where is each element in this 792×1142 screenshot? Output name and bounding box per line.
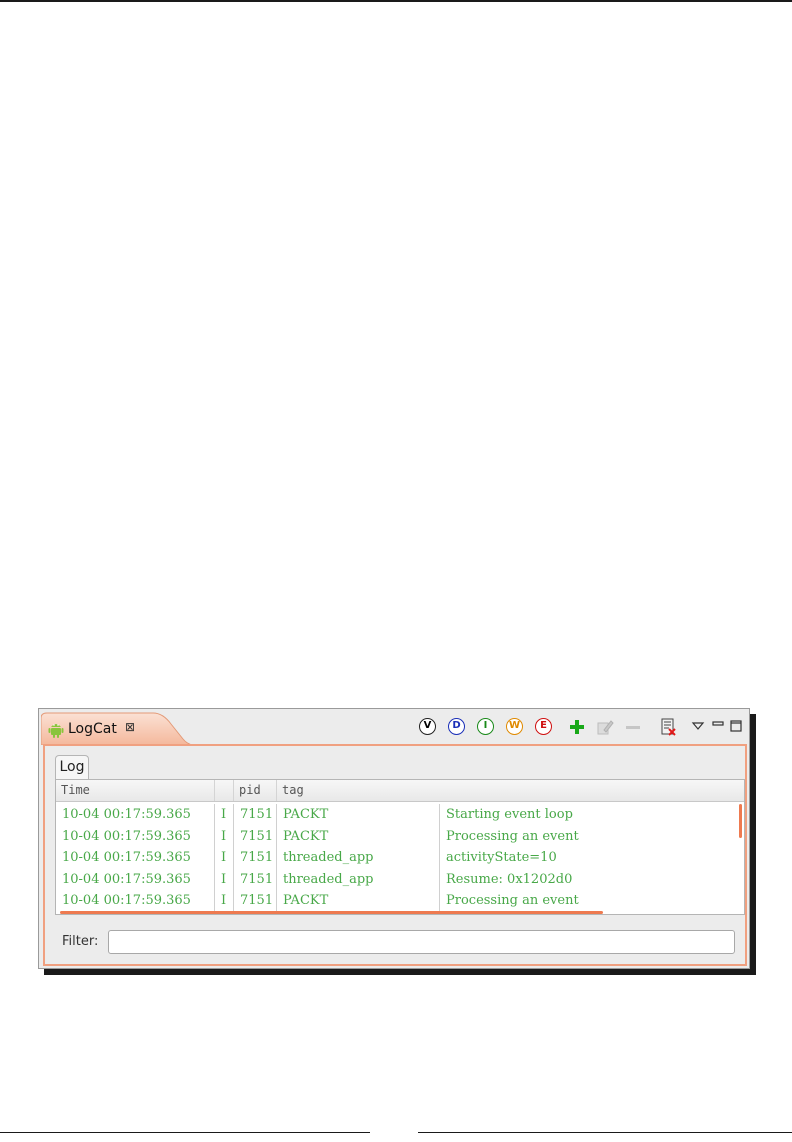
cell-pid: 7151 — [234, 804, 277, 826]
info-level-label: I — [483, 720, 488, 731]
filter-label: Filter: — [62, 934, 99, 949]
cell-pid: 7151 — [234, 890, 277, 912]
table-header: Time pid tag — [56, 780, 744, 802]
tab-log[interactable]: Log — [55, 755, 89, 780]
close-icon[interactable]: ⊠ — [125, 720, 135, 734]
cell-level: I — [215, 847, 234, 869]
cell-pid: 7151 — [234, 847, 277, 869]
cell-time: 10-04 00:17:59.365 — [56, 804, 215, 826]
table-row[interactable]: 10-04 00:17:59.365 I 7151 threaded_app R… — [56, 868, 744, 890]
warn-level-button[interactable]: W — [506, 718, 523, 735]
cell-message: Processing an event — [446, 893, 579, 908]
clear-log-icon[interactable] — [659, 718, 677, 736]
cell-tag: PACKT — [277, 825, 440, 847]
view-menu-icon[interactable] — [689, 718, 707, 736]
add-filter-icon[interactable] — [568, 718, 586, 736]
cell-level: I — [215, 868, 234, 890]
filter-input[interactable] — [108, 930, 735, 954]
table-row[interactable]: 10-04 00:17:59.365 I 7151 threaded_app a… — [56, 847, 744, 869]
page-footer-rule-left — [0, 1132, 370, 1133]
verbose-level-label: V — [423, 720, 432, 731]
cell-level: I — [215, 890, 234, 912]
column-header-tag[interactable]: tag — [277, 780, 440, 801]
cell-level: I — [215, 825, 234, 847]
column-header-time[interactable]: Time — [56, 780, 215, 801]
table-row[interactable]: 10-04 00:17:59.365 I 7151 PACKT Starting… — [56, 804, 744, 826]
horizontal-scrollbar[interactable] — [60, 911, 603, 914]
edit-filter-icon[interactable] — [596, 718, 614, 736]
page-footer-rule-right — [418, 1132, 792, 1133]
error-level-button[interactable]: E — [535, 718, 552, 735]
cell-tag: threaded_app — [277, 868, 440, 890]
cell-pid: 7151 — [234, 868, 277, 890]
vertical-scrollbar[interactable] — [739, 804, 742, 838]
maximize-icon[interactable] — [728, 718, 746, 736]
table-row[interactable]: 10-04 00:17:59.365 I 7151 PACKT Processi… — [56, 825, 744, 847]
verbose-level-button[interactable]: V — [419, 718, 436, 735]
cell-tag: PACKT — [277, 804, 440, 826]
cell-time: 10-04 00:17:59.365 — [56, 890, 215, 912]
column-header-pid[interactable]: pid — [234, 780, 277, 801]
logcat-view-tab[interactable]: LogCat ⊠ — [41, 712, 211, 745]
info-level-button[interactable]: I — [477, 718, 494, 735]
column-header-message[interactable] — [440, 780, 744, 801]
android-icon — [48, 724, 64, 738]
cell-tag: PACKT — [277, 890, 440, 912]
warn-level-label: W — [508, 720, 521, 731]
error-level-label: E — [540, 720, 547, 731]
logcat-screenshot: LogCat ⊠ V D I W E Log Time pid tag 10-0… — [38, 708, 750, 969]
view-header: LogCat ⊠ V D I W E — [39, 709, 749, 745]
debug-level-label: D — [452, 720, 461, 731]
page-top-rule — [0, 0, 792, 2]
cell-time: 10-04 00:17:59.365 — [56, 868, 215, 890]
remove-filter-icon[interactable] — [624, 718, 642, 736]
logcat-content: Log Time pid tag 10-04 00:17:59.365 I 71… — [43, 744, 747, 966]
cell-message: activityState=10 — [446, 850, 557, 865]
cell-time: 10-04 00:17:59.365 — [56, 847, 215, 869]
cell-message: Processing an event — [446, 828, 579, 844]
view-tab-title: LogCat — [68, 721, 117, 737]
cell-message: Starting event loop — [446, 807, 573, 822]
cell-time: 10-04 00:17:59.365 — [56, 825, 215, 847]
column-header-level[interactable] — [215, 780, 234, 801]
cell-message: Resume: 0x1202d0 — [446, 871, 573, 887]
log-table: Time pid tag 10-04 00:17:59.365 I 7151 P… — [55, 779, 745, 915]
cell-pid: 7151 — [234, 825, 277, 847]
cell-level: I — [215, 804, 234, 826]
debug-level-button[interactable]: D — [448, 718, 465, 735]
table-row[interactable]: 10-04 00:17:59.365 I 7151 PACKT Processi… — [56, 890, 744, 912]
minimize-icon[interactable] — [710, 718, 728, 736]
cell-tag: threaded_app — [277, 847, 440, 869]
